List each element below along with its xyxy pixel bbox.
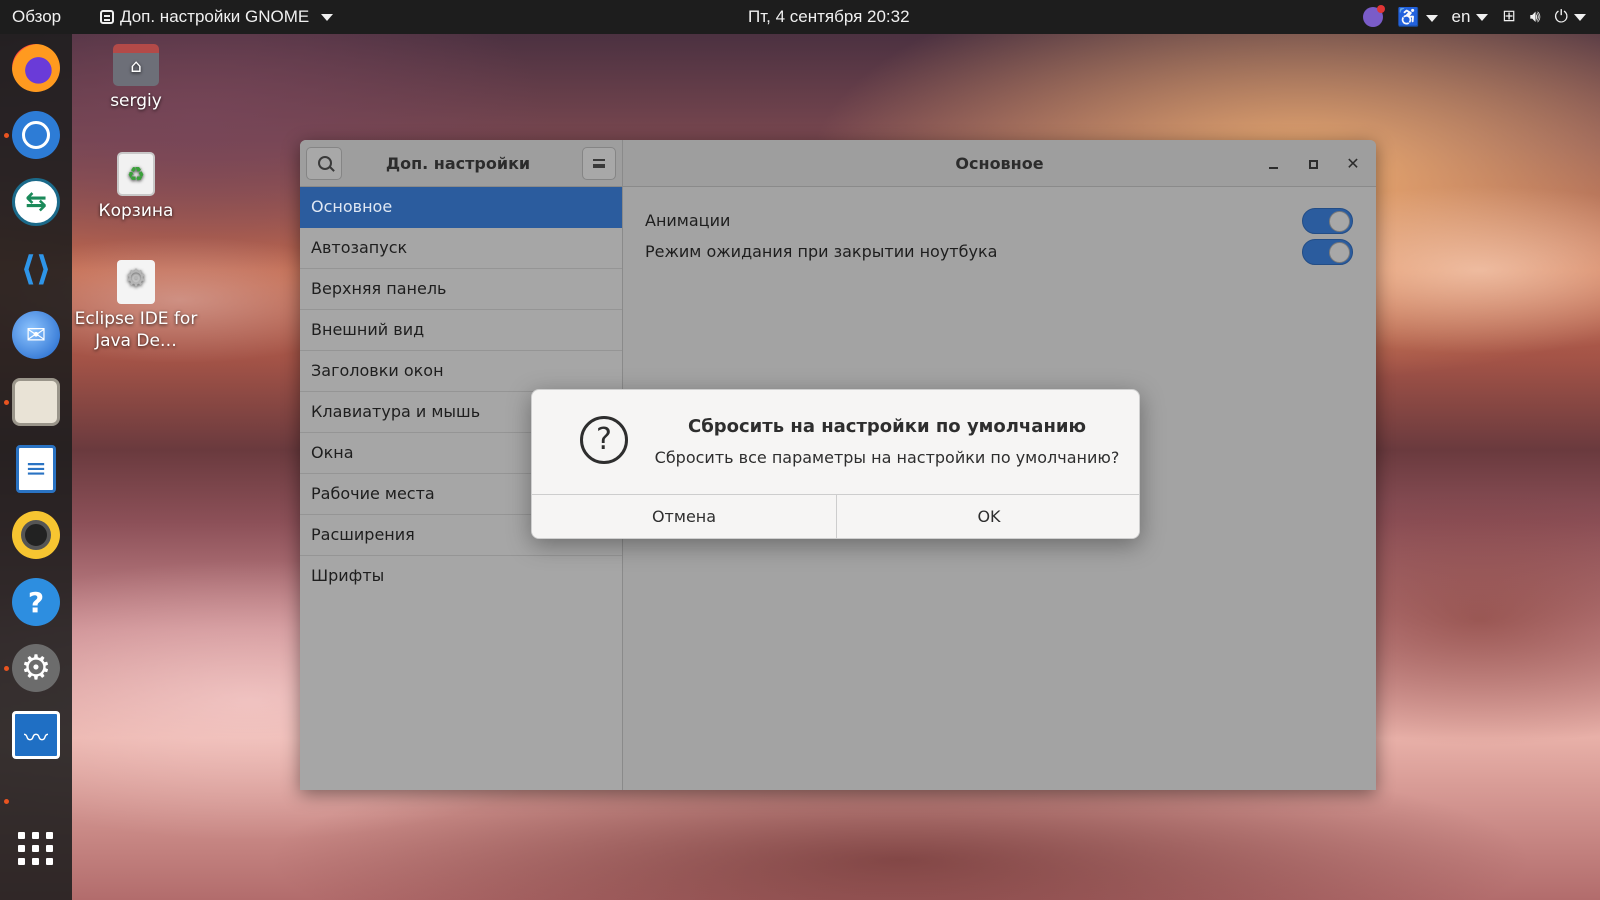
app-menu[interactable]: Доп. настройки GNOME xyxy=(100,0,334,34)
eclipse-launcher-icon xyxy=(117,260,155,304)
dialog-button-bar: Отмена OK xyxy=(532,494,1139,538)
animations-toggle[interactable] xyxy=(1302,208,1353,234)
activities-button[interactable]: Обзор xyxy=(12,0,61,34)
system-indicators[interactable]: ♿ en ⊞ 🔊︎ ⏻ xyxy=(1363,0,1586,34)
sidebar-item-startup[interactable]: Автозапуск xyxy=(300,228,622,269)
power-icon[interactable]: ⏻ xyxy=(1555,0,1586,34)
chevron-down-icon xyxy=(321,13,334,21)
minimize-button[interactable] xyxy=(1261,152,1285,176)
thunderbird-icon[interactable] xyxy=(12,311,60,359)
window-titlebar[interactable]: Доп. настройки GNOME Основное ✕ xyxy=(300,140,1376,220)
desktop-icon-eclipse[interactable]: Eclipse IDE for Java De… xyxy=(71,260,201,352)
vscode-icon[interactable] xyxy=(12,245,60,293)
accessibility-icon[interactable]: ♿ xyxy=(1397,0,1438,34)
hamburger-menu-button[interactable] xyxy=(582,147,616,180)
settings-icon[interactable] xyxy=(12,644,60,692)
sidebar-item-fonts[interactable]: Шрифты xyxy=(300,556,622,597)
toggle-knob xyxy=(1329,211,1350,232)
app-menu-label: Доп. настройки GNOME xyxy=(120,7,310,26)
setting-label: Режим ожидания при закрытии ноутбука xyxy=(645,242,998,261)
sidebar-header: Доп. настройки GNOME xyxy=(300,140,623,220)
tweaks-app-icon xyxy=(100,10,114,24)
hamburger-icon xyxy=(593,159,605,168)
close-icon: ✕ xyxy=(1346,154,1360,173)
maximize-button[interactable] xyxy=(1301,152,1325,176)
setting-row-suspend-lid: Режим ожидания при закрытии ноутбука xyxy=(645,238,1353,266)
dialog-title: Сбросить на настройки по умолчанию xyxy=(687,416,1086,437)
dialog-message: Сбросить все параметры на настройки по у… xyxy=(654,448,1120,467)
home-folder-icon xyxy=(113,44,159,86)
minimize-icon xyxy=(1268,167,1278,169)
viber-icon[interactable] xyxy=(1363,5,1386,27)
setting-row-animations: Анимации xyxy=(645,207,1353,235)
network-icon[interactable]: ⊞ xyxy=(1502,0,1515,34)
desktop-icon-home[interactable]: sergiy xyxy=(71,44,201,112)
search-button[interactable] xyxy=(306,147,342,180)
close-button[interactable]: ✕ xyxy=(1341,152,1365,176)
running-indicator xyxy=(4,799,9,804)
trash-icon xyxy=(117,152,155,196)
maximize-icon xyxy=(1308,159,1318,169)
desktop-icon-label: Eclipse IDE for Java De… xyxy=(74,309,198,351)
sidebar-item-general[interactable]: Основное xyxy=(300,187,622,228)
sidebar-item-top-bar[interactable]: Верхняя панель xyxy=(300,269,622,310)
firefox-icon[interactable] xyxy=(12,44,60,92)
show-applications-icon[interactable] xyxy=(12,824,60,872)
running-indicator xyxy=(4,133,9,138)
chromium-icon[interactable] xyxy=(12,111,60,159)
sidebar-item-window-titlebars[interactable]: Заголовки окон xyxy=(300,351,622,392)
setting-label: Анимации xyxy=(645,211,731,230)
ok-button[interactable]: OK xyxy=(836,495,1139,538)
files-icon[interactable] xyxy=(12,378,60,426)
desktop-icon-label: sergiy xyxy=(110,91,162,111)
app-title: Доп. настройки GNOME xyxy=(385,154,531,220)
desktop-icon-label: Корзина xyxy=(98,201,174,221)
sidebar-item-appearance[interactable]: Внешний вид xyxy=(300,310,622,351)
volume-icon[interactable]: 🔊︎ xyxy=(1530,0,1541,34)
clock[interactable]: Пт, 4 сентября 20:32 xyxy=(748,0,910,34)
remmina-icon[interactable] xyxy=(12,178,60,226)
dock: ? xyxy=(0,34,72,900)
question-icon: ? xyxy=(580,416,628,464)
language-indicator[interactable]: en xyxy=(1452,0,1489,34)
suspend-on-lid-close-toggle[interactable] xyxy=(1302,239,1353,265)
running-indicator xyxy=(4,666,9,671)
toggle-knob xyxy=(1329,242,1350,263)
system-monitor-icon[interactable] xyxy=(12,711,60,759)
help-icon[interactable]: ? xyxy=(12,578,60,626)
running-indicator xyxy=(4,400,9,405)
desktop-icon-trash[interactable]: Корзина xyxy=(71,152,201,222)
top-bar: Обзор Доп. настройки GNOME Пт, 4 сентябр… xyxy=(0,0,1600,34)
cancel-button[interactable]: Отмена xyxy=(532,495,836,538)
rhythmbox-icon[interactable] xyxy=(12,511,60,559)
reset-dialog: ? Сбросить на настройки по умолчанию Сбр… xyxy=(531,389,1140,539)
libreoffice-writer-icon[interactable] xyxy=(16,445,56,493)
